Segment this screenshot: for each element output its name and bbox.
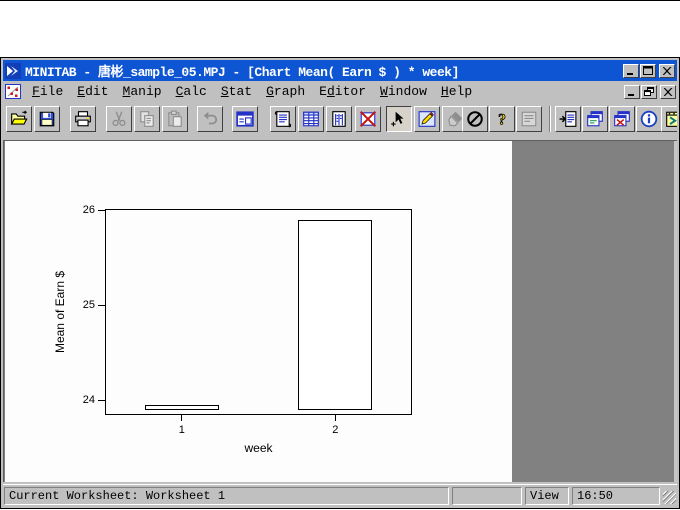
session-window-button[interactable]: [270, 106, 296, 132]
graph-window-page: 24 25 26 1 2 week Mean of Earn $: [5, 141, 512, 482]
close-all-graphs-icon: [613, 110, 631, 128]
y-tick: [98, 305, 105, 307]
chart: 24 25 26 1 2 week Mean of Earn $: [5, 141, 512, 482]
project-manager-icon: [236, 110, 254, 128]
tile-graph-windows-icon: [586, 110, 604, 128]
menu-stat[interactable]: Stat: [214, 83, 259, 100]
x-tick-label: 1: [178, 424, 185, 436]
svg-text:?: ?: [498, 112, 506, 128]
data-window-icon: [302, 110, 320, 128]
info-window-button[interactable]: [326, 106, 352, 132]
title-bar[interactable]: MINITAB - 唐彬_sample_05.MPJ - [Chart Mean…: [3, 60, 677, 81]
status-view-panel: View: [525, 486, 569, 505]
menu-manip[interactable]: Manip: [116, 83, 169, 100]
select-item-icon: [390, 110, 408, 128]
undo-button[interactable]: [197, 106, 223, 132]
mdi-client-area: 24 25 26 1 2 week Mean of Earn $: [3, 140, 677, 482]
screen-top-edge: [0, 0, 680, 1]
y-tick: [98, 400, 105, 402]
minimize-button[interactable]: [623, 63, 639, 78]
open-project-icon: [10, 110, 28, 128]
bar-week-2: [298, 220, 373, 411]
cancel-button[interactable]: [462, 106, 488, 132]
y-tick: [98, 210, 105, 212]
mdi-right-strip: [674, 141, 677, 482]
print-button[interactable]: [70, 106, 96, 132]
copy-icon: [138, 110, 156, 128]
menu-editor[interactable]: Editor: [312, 83, 373, 100]
window-title: MINITAB - 唐彬_sample_05.MPJ - [Chart Mean…: [25, 65, 459, 80]
info-window-icon: [330, 110, 348, 128]
select-item-button[interactable]: [386, 106, 412, 132]
close-graph-icon: [359, 110, 377, 128]
data-window-button[interactable]: [298, 106, 324, 132]
edit-item-icon: [418, 110, 436, 128]
menu-graph[interactable]: Graph: [259, 83, 312, 100]
copy-button[interactable]: [134, 106, 160, 132]
menu-bar: File Edit Manip Calc Stat Graph Editor Window He…: [3, 82, 677, 101]
close-button[interactable]: [659, 63, 675, 78]
minitab-window: MINITAB - 唐彬_sample_05.MPJ - [Chart Mean…: [0, 57, 680, 509]
graph-info-button[interactable]: [636, 106, 662, 132]
history-icon: [665, 110, 677, 128]
status-time-panel: 16:50: [572, 486, 660, 505]
child-minimize-button[interactable]: [624, 84, 640, 99]
close-all-graphs-button[interactable]: [609, 106, 635, 132]
child-close-button[interactable]: [660, 84, 676, 99]
paste-button[interactable]: [162, 106, 188, 132]
open-project-button[interactable]: [6, 106, 32, 132]
graph-info-icon: [640, 110, 658, 128]
y-tick-label: 26: [82, 203, 95, 216]
save-project-button[interactable]: [34, 106, 60, 132]
toolbar: ?: [3, 102, 677, 138]
x-tick: [181, 415, 183, 421]
x-tick-label: 2: [332, 424, 339, 436]
paste-icon: [166, 110, 184, 128]
y-tick-label: 25: [82, 298, 95, 311]
toolbar-separator: [549, 106, 551, 132]
x-axis-title: week: [244, 441, 273, 455]
maximize-button[interactable]: [640, 63, 656, 78]
history-button[interactable]: [661, 106, 677, 132]
bar-week-1: [144, 404, 219, 411]
project-manager-button[interactable]: [232, 106, 258, 132]
tile-graph-windows-button[interactable]: [582, 106, 608, 132]
help-icon: ?: [493, 110, 511, 128]
status-blank-panel: [452, 486, 522, 505]
menu-items: File Edit Manip Calc Stat Graph Editor Window He…: [25, 82, 623, 101]
menu-edit[interactable]: Edit: [70, 83, 115, 100]
status-bar: Current Worksheet: Worksheet 1 View 16:5…: [3, 484, 677, 506]
insert-to-session-button[interactable]: [555, 106, 581, 132]
undo-icon: [201, 110, 219, 128]
y-axis-title: Mean of Earn $: [53, 270, 67, 354]
close-graph-button[interactable]: [355, 106, 381, 132]
menu-help[interactable]: Help: [434, 83, 479, 100]
menu-calc[interactable]: Calc: [169, 83, 214, 100]
cancel-icon: [466, 110, 484, 128]
x-tick: [334, 415, 336, 421]
session-window-icon: [274, 110, 292, 128]
resize-grip-icon[interactable]: [663, 491, 676, 504]
cut-icon: [110, 110, 128, 128]
menu-window[interactable]: Window: [373, 83, 434, 100]
cut-button[interactable]: [106, 106, 132, 132]
y-tick-label: 24: [82, 393, 95, 406]
statguide-button[interactable]: [516, 106, 542, 132]
child-window-controls: [623, 84, 676, 99]
edit-item-button[interactable]: [414, 106, 440, 132]
help-button[interactable]: ?: [489, 106, 515, 132]
insert-to-session-icon: [559, 110, 577, 128]
child-restore-button[interactable]: [641, 84, 657, 99]
save-project-icon: [38, 110, 56, 128]
statguide-icon: [520, 110, 538, 128]
minitab-logo-icon: [5, 62, 21, 79]
graph-document-icon: [5, 84, 21, 99]
menu-file[interactable]: File: [25, 83, 70, 100]
print-icon: [74, 110, 92, 128]
status-worksheet: Current Worksheet: Worksheet 1: [4, 486, 449, 505]
